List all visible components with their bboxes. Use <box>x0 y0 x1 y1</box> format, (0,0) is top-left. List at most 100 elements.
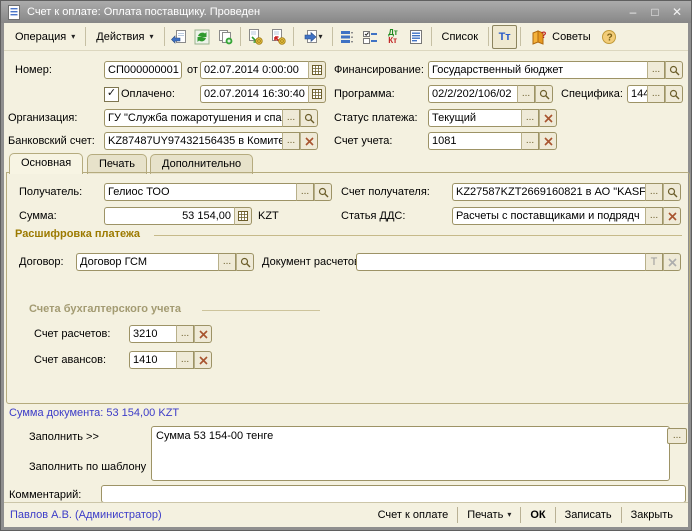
help-button[interactable]: ? <box>598 26 621 48</box>
paid-date-field[interactable]: 02.07.2014 16:30:40 <box>200 85 326 103</box>
account-input[interactable]: 1081 <box>428 132 521 150</box>
paid-checkbox[interactable]: ✓ <box>104 87 119 102</box>
unpost-document-button[interactable] <box>267 26 290 48</box>
ellipsis-button[interactable]: ... <box>645 207 663 225</box>
document-structure-button[interactable] <box>336 26 359 48</box>
comment-input[interactable] <box>101 485 686 503</box>
goto-button[interactable]: ▾ <box>297 26 329 48</box>
type-button[interactable]: T <box>645 253 663 271</box>
contract-field[interactable]: Договор ГСМ ... <box>76 253 254 271</box>
close-form-button[interactable]: Закрыть <box>622 509 682 521</box>
clear-button[interactable] <box>663 253 681 271</box>
ellipsis-button[interactable]: ... <box>645 183 663 201</box>
open-button[interactable] <box>236 253 254 271</box>
bank-account-field[interactable]: KZ87487UY97432156435 в Комитет ... <box>104 132 318 150</box>
number-input[interactable]: СП000000001 <box>104 61 182 79</box>
ellipsis-button[interactable]: ... <box>282 132 300 150</box>
clear-button[interactable] <box>663 207 681 225</box>
reread-button[interactable] <box>168 26 191 48</box>
refresh-button[interactable] <box>191 26 214 48</box>
program-input[interactable]: 02/2/202/106/02 <box>428 85 517 103</box>
tab-additional[interactable]: Дополнительно <box>150 154 253 174</box>
cashflow-item-field[interactable]: Расчеты с поставщиками и подрядч ... <box>452 207 681 225</box>
save-button[interactable]: Записать <box>556 509 621 521</box>
organization-input[interactable]: ГУ "Служба пожаротушения и спаса <box>104 109 282 127</box>
recipient-account-field[interactable]: KZ27587KZT2669160821 в АО "KASF ... <box>452 183 681 201</box>
organization-field[interactable]: ГУ "Служба пожаротушения и спаса ... <box>104 109 318 127</box>
ellipsis-button[interactable]: ... <box>176 325 194 343</box>
ellipsis-button[interactable]: ... <box>296 183 314 201</box>
maximize-button[interactable]: □ <box>647 4 663 20</box>
clear-button[interactable] <box>539 132 557 150</box>
settlement-doc-field[interactable]: T <box>356 253 681 271</box>
copy-button[interactable] <box>214 26 237 48</box>
program-field[interactable]: 02/2/202/106/02 ... <box>428 85 553 103</box>
ok-button[interactable]: ОК <box>521 509 554 521</box>
settlement-account-input[interactable]: 3210 <box>129 325 176 343</box>
ellipsis-button[interactable]: ... <box>176 351 194 369</box>
advance-account-input[interactable]: 1410 <box>129 351 176 369</box>
settlement-doc-input[interactable] <box>356 253 645 271</box>
report-button[interactable] <box>405 26 428 48</box>
calendar-button[interactable] <box>308 61 326 79</box>
print-button[interactable]: Печать ▾ <box>458 509 520 521</box>
tab-print[interactable]: Печать <box>87 154 147 174</box>
ellipsis-button[interactable]: ... <box>218 253 236 271</box>
open-button[interactable] <box>663 183 681 201</box>
clear-button[interactable] <box>194 325 212 343</box>
amount-field[interactable]: 53 154,00 <box>104 207 252 225</box>
recipient-field[interactable]: Гелиос ТОО ... <box>104 183 332 201</box>
date-field[interactable]: 02.07.2014 0:00:00 <box>200 61 326 79</box>
close-button[interactable]: ✕ <box>669 4 685 20</box>
payment-status-input[interactable]: Текущий <box>428 109 521 127</box>
number-field[interactable]: СП000000001 <box>104 61 182 79</box>
fill-by-template-button[interactable]: Заполнить по шаблону <box>29 461 146 473</box>
calculator-button[interactable] <box>234 207 252 225</box>
clear-button[interactable] <box>194 351 212 369</box>
post-document-button[interactable] <box>244 26 267 48</box>
account-field[interactable]: 1081 ... <box>428 132 557 150</box>
tab-main[interactable]: Основная <box>9 153 83 174</box>
cashflow-item-input[interactable]: Расчеты с поставщиками и подрядч <box>452 207 645 225</box>
comment-field[interactable] <box>101 485 686 503</box>
paid-date-input[interactable]: 02.07.2014 16:30:40 <box>200 85 308 103</box>
open-button[interactable] <box>535 85 553 103</box>
ellipsis-button[interactable]: ... <box>521 132 539 150</box>
advance-account-field[interactable]: 1410 ... <box>129 351 212 369</box>
ellipsis-button[interactable]: ... <box>521 109 539 127</box>
dt-kt-button[interactable]: Дт Кт <box>382 26 405 48</box>
open-button[interactable] <box>300 109 318 127</box>
advice-button[interactable]: ? Советы <box>524 26 597 48</box>
clear-button[interactable] <box>300 132 318 150</box>
ellipsis-button[interactable]: ... <box>647 61 665 79</box>
financing-field[interactable]: Государственный бюджет ... <box>428 61 683 79</box>
ellipsis-button[interactable]: ... <box>647 85 665 103</box>
fill-button[interactable]: Заполнить >> <box>29 431 99 443</box>
payment-purpose-textarea[interactable]: Сумма 53 154-00 тенге <box>151 426 670 481</box>
settlement-account-field[interactable]: 3210 ... <box>129 325 212 343</box>
set-posting-mode-button[interactable] <box>359 26 382 48</box>
calendar-button[interactable] <box>308 85 326 103</box>
ellipsis-button[interactable]: ... <box>667 428 687 444</box>
open-button[interactable] <box>665 61 683 79</box>
ellipsis-button[interactable]: ... <box>282 109 300 127</box>
text-description-button[interactable]: Тт <box>492 25 517 49</box>
contract-input[interactable]: Договор ГСМ <box>76 253 218 271</box>
bank-account-input[interactable]: KZ87487UY97432156435 в Комитет <box>104 132 282 150</box>
recipient-input[interactable]: Гелиос ТОО <box>104 183 296 201</box>
date-input[interactable]: 02.07.2014 0:00:00 <box>200 61 308 79</box>
recipient-account-input[interactable]: KZ27587KZT2669160821 в АО "KASF <box>452 183 645 201</box>
specifics-field[interactable]: 144 ... <box>627 85 683 103</box>
minimize-button[interactable]: – <box>625 4 641 20</box>
actions-menu-button[interactable]: Действия ▾ <box>89 28 160 46</box>
specifics-input[interactable]: 144 <box>627 85 647 103</box>
payment-status-field[interactable]: Текущий ... <box>428 109 557 127</box>
open-button[interactable] <box>665 85 683 103</box>
operation-menu-button[interactable]: Операция ▾ <box>8 28 82 46</box>
invoice-button[interactable]: Счет к оплате <box>369 509 458 521</box>
clear-button[interactable] <box>539 109 557 127</box>
open-button[interactable] <box>314 183 332 201</box>
ellipsis-button[interactable]: ... <box>517 85 535 103</box>
amount-input[interactable]: 53 154,00 <box>104 207 234 225</box>
financing-input[interactable]: Государственный бюджет <box>428 61 647 79</box>
